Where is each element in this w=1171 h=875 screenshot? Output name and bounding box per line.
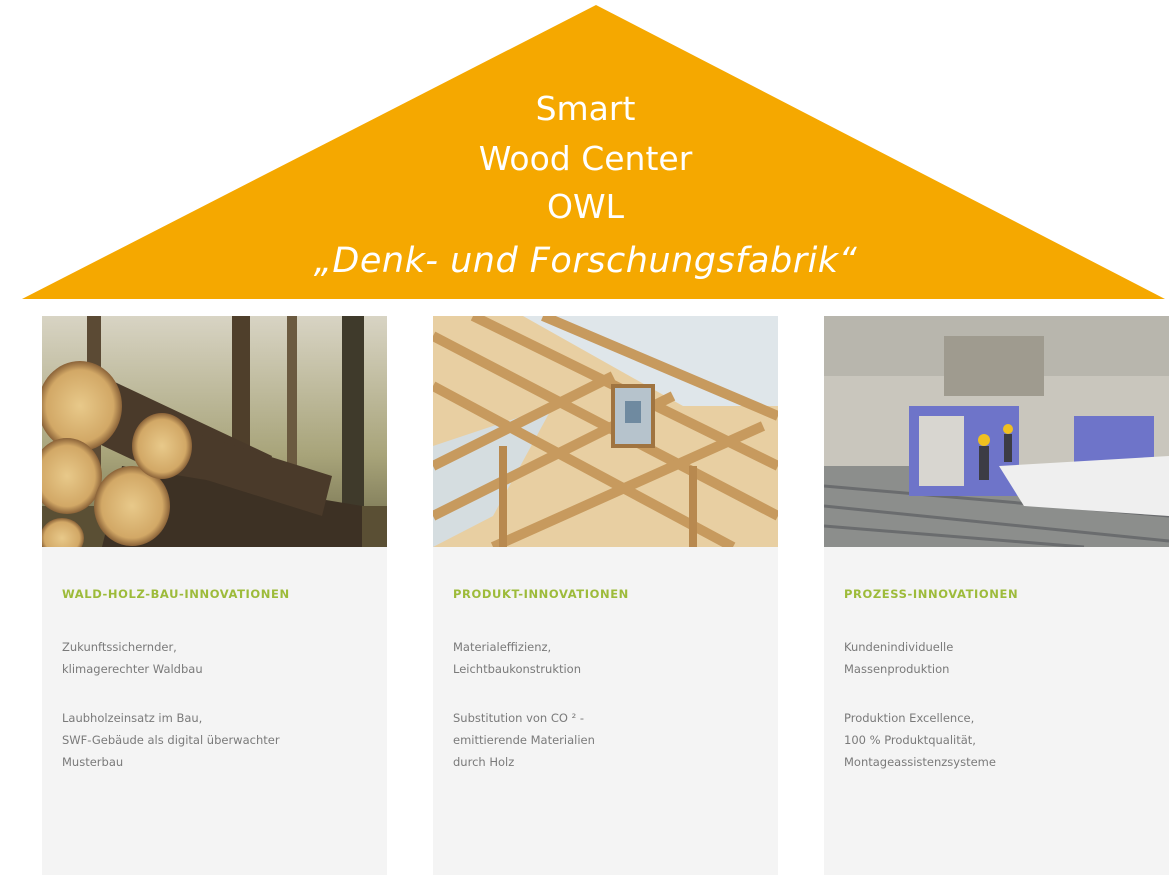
photo-stacked-logs (42, 316, 387, 547)
pillar-text: Materialeffizienz, Leichtbaukonstruktion (453, 640, 582, 676)
house-diagram: Smart Wood Center OWL „Denk- und Forschu… (0, 0, 1171, 875)
roof-title-line3: OWL (547, 187, 624, 226)
pillar-heading: PROZESS-INNOVATIONEN (844, 587, 1019, 601)
pillar-heading: WALD-HOLZ-BAU-INNOVATIONEN (62, 587, 290, 601)
pillar-text: Laubholzeinsatz im Bau, SWF-Gebäude als … (62, 711, 280, 769)
pillar-text: Kundenindividuelle Massenproduktion (844, 640, 954, 676)
pillar-heading: PRODUKT-INNOVATIONEN (453, 587, 629, 601)
pillar-text: Substitution von CO ² - emittierende Mat… (453, 711, 595, 769)
pillar-text: Zukunftssichernder, klimagerechter Waldb… (62, 640, 203, 676)
roof-title-line1: Smart (535, 89, 636, 128)
roof-subtitle: „Denk- und Forschungsfabrik“ (313, 241, 858, 281)
pillar-prozess: PROZESS-INNOVATIONEN Kundenindividuelle … (824, 316, 1169, 875)
pillar-produkt: PRODUKT-INNOVATIONEN Materialeffizienz, … (433, 316, 778, 875)
photo-timber-roof-frame (433, 316, 778, 547)
roof-title-line2: Wood Center (478, 139, 693, 178)
pillar-text: Produktion Excellence, 100 % Produktqual… (844, 711, 996, 769)
photo-factory-production (824, 316, 1169, 547)
pillar-wald-holz-bau: WALD-HOLZ-BAU-INNOVATIONEN Zukunftssiche… (42, 316, 387, 875)
